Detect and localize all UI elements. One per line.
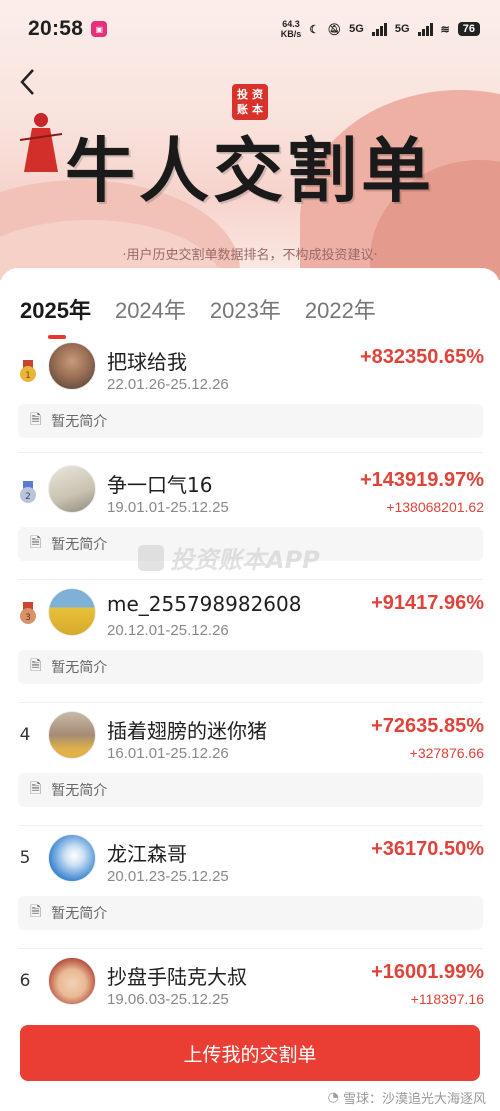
return-percent: +16001.99% <box>371 961 484 983</box>
divider <box>18 452 483 453</box>
mute-icon: 🔕︎ <box>327 23 342 36</box>
user-name[interactable]: 抄盘手陆克大叔 <box>107 961 247 990</box>
back-button[interactable] <box>12 62 44 102</box>
svg-text:3: 3 <box>25 613 31 623</box>
date-range: 16.01.01-25.12.26 <box>107 745 229 762</box>
date-range: 22.01.26-25.12.26 <box>107 376 229 393</box>
disclaimer-subtitle: ·用户历史交割单数据排名，不构成投资建议· <box>122 248 378 263</box>
signal-label-2: 5G <box>394 23 410 35</box>
ranking-panel: 2025年 2024年 2023年 2022年 1 把球给我 22.01.26-… <box>0 268 500 1111</box>
user-name[interactable]: 争一口气16 <box>107 469 212 498</box>
profit-amount: +118397.16 <box>410 991 484 1007</box>
user-name[interactable]: 插着翅膀的迷你猪 <box>107 715 267 744</box>
divider <box>18 948 483 949</box>
divider <box>18 702 483 703</box>
intro-box: 🗎︎ 暂无简介 <box>18 527 483 561</box>
silver-medal-icon: 2 <box>20 481 36 503</box>
intro-box: 🗎︎ 暂无简介 <box>18 773 483 807</box>
rank-number: 4 <box>19 725 31 745</box>
intro-text: 暂无简介 <box>51 660 108 676</box>
return-percent: +143919.97% <box>359 469 484 491</box>
avatar[interactable] <box>48 465 96 513</box>
return-percent: +36170.50% <box>371 838 484 860</box>
moon-icon: ☾ <box>309 23 320 36</box>
return-percent: +72635.85% <box>371 715 484 737</box>
user-name[interactable]: me_255798982608 <box>107 592 301 616</box>
network-speed: 64.3 KB/s <box>280 19 302 39</box>
svg-text:2: 2 <box>25 492 31 502</box>
avatar[interactable] <box>48 342 96 390</box>
avatar[interactable] <box>48 588 96 636</box>
svg-text:1: 1 <box>25 371 31 381</box>
bronze-medal-icon: 3 <box>20 602 36 624</box>
profit-amount: +138068201.62 <box>386 499 484 515</box>
date-range: 19.06.03-25.12.25 <box>107 991 229 1008</box>
user-name[interactable]: 龙江森哥 <box>107 838 187 867</box>
clock: 20:58 <box>28 17 84 40</box>
status-bar: 20:58 ▣ 64.3 KB/s ☾ 🔕︎ 5G 5G ≋ 76 <box>0 0 500 58</box>
rank-number: 6 <box>19 971 31 991</box>
intro-box: 🗎︎ 暂无简介 <box>18 404 483 438</box>
back-arrow-icon <box>20 69 34 95</box>
battery-indicator: 76 <box>457 22 480 36</box>
document-icon: 🗎︎ <box>30 781 42 797</box>
intro-text: 暂无简介 <box>51 906 108 922</box>
page-title: 牛人交割单 <box>65 129 435 212</box>
list-item[interactable]: 6 抄盘手陆克大叔 19.06.03-25.12.25 +16001.99% +… <box>0 957 500 1017</box>
wifi-icon: ≋ <box>440 23 450 36</box>
document-icon: 🗎︎ <box>30 412 42 428</box>
return-percent: +91417.96% <box>371 592 484 614</box>
tab-2022[interactable]: 2022年 <box>305 293 376 325</box>
user-name[interactable]: 把球给我 <box>107 346 187 375</box>
intro-text: 暂无简介 <box>51 537 108 553</box>
list-item[interactable]: 4 插着翅膀的迷你猪 16.01.01-25.12.26 +72635.85% … <box>0 711 500 833</box>
tab-2025[interactable]: 2025年 <box>20 293 91 339</box>
signal-bars-icon <box>371 22 387 36</box>
signal-bars-icon-2 <box>417 22 433 36</box>
return-percent: +832350.65% <box>359 346 484 368</box>
tab-2023[interactable]: 2023年 <box>210 293 281 325</box>
list-item[interactable]: 5 龙江森哥 20.01.23-25.12.25 +36170.50% 🗎︎ 暂… <box>0 834 500 956</box>
document-icon: 🗎︎ <box>30 904 42 920</box>
date-range: 20.01.23-25.12.25 <box>107 868 229 885</box>
year-tabs: 2025年 2024年 2023年 2022年 <box>0 268 500 339</box>
list-item[interactable]: 2 争一口气16 19.01.01-25.12.25 +143919.97% +… <box>0 465 500 587</box>
intro-text: 暂无简介 <box>51 783 108 799</box>
source-credit: ◔ 雪球：沙漠追光大海逐风 <box>327 1090 486 1107</box>
tab-2024[interactable]: 2024年 <box>115 293 186 325</box>
list-item[interactable]: 3 me_255798982608 20.12.01-25.12.26 +914… <box>0 588 500 710</box>
profit-amount: +327876.66 <box>409 745 484 761</box>
active-tab-indicator <box>48 335 66 339</box>
intro-box: 🗎︎ 暂无简介 <box>18 650 483 684</box>
signal-label-1: 5G <box>349 23 364 35</box>
snowball-icon: ◔ <box>327 1090 339 1105</box>
rank-number: 5 <box>19 848 31 868</box>
intro-text: 暂无简介 <box>51 414 108 430</box>
intro-box: 🗎︎ 暂无简介 <box>18 896 483 930</box>
avatar[interactable] <box>48 957 96 1005</box>
gold-medal-icon: 1 <box>20 360 36 382</box>
app-notification-icon: ▣ <box>91 21 108 37</box>
divider <box>18 825 483 826</box>
divider <box>18 579 483 580</box>
document-icon: 🗎︎ <box>30 535 42 551</box>
avatar[interactable] <box>48 711 96 759</box>
list-item[interactable]: 1 把球给我 22.01.26-25.12.26 +832350.65% 🗎︎ … <box>0 342 500 458</box>
date-range: 19.01.01-25.12.25 <box>107 499 229 516</box>
document-icon: 🗎︎ <box>30 658 42 674</box>
date-range: 20.12.01-25.12.26 <box>107 622 229 639</box>
upload-statement-button[interactable]: 上传我的交割单 <box>20 1025 480 1081</box>
avatar[interactable] <box>48 834 96 882</box>
